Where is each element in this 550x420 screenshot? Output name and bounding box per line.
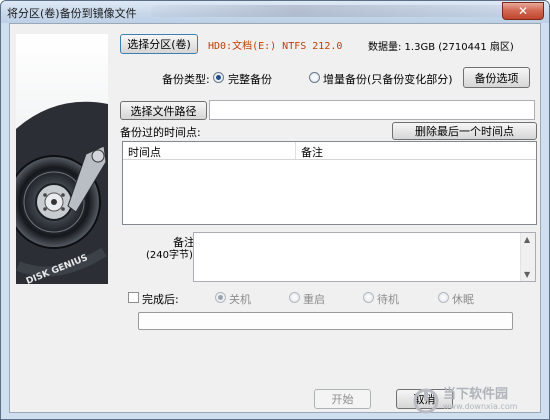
note-textarea[interactable]: ▲ ▼ — [193, 232, 536, 282]
scroll-down-icon[interactable]: ▼ — [524, 270, 530, 279]
delete-last-timepoint-button[interactable]: 删除最后一个时间点 — [392, 122, 537, 140]
watermark-url: www.downxia.com — [443, 402, 518, 411]
progress-bar — [138, 312, 513, 330]
column-header-note[interactable]: 备注 — [301, 144, 323, 160]
watermark: 当下软件园 www.downxia.com — [413, 387, 543, 415]
restart-radio[interactable] — [289, 292, 300, 303]
standby-label[interactable]: 待机 — [377, 291, 399, 307]
close-button[interactable]: ✕ — [502, 2, 544, 20]
after-complete-label[interactable]: 完成后: — [142, 291, 179, 307]
standby-radio[interactable] — [363, 292, 374, 303]
close-icon: ✕ — [517, 4, 529, 18]
title-bar[interactable]: 将分区(卷)备份到镜像文件 ✕ — [1, 1, 549, 23]
window-title: 将分区(卷)备份到镜像文件 — [7, 7, 137, 20]
timepoints-list[interactable]: 时间点 备注 — [122, 141, 537, 225]
disk-genius-image: DISK GENIUS — [16, 34, 108, 284]
restart-label[interactable]: 重启 — [303, 291, 325, 307]
dialog-client-area: DISK GENIUS 选择分区(卷) HD0:文档(E:) NTFS 212.… — [9, 23, 541, 413]
full-backup-label[interactable]: 完整备份 — [228, 71, 272, 87]
watermark-title: 当下软件园 — [443, 387, 509, 402]
shutdown-label[interactable]: 关机 — [229, 291, 251, 307]
hibernate-radio[interactable] — [438, 292, 449, 303]
backup-options-label: 备份选项 — [474, 71, 519, 85]
title-bar-blur — [151, 5, 511, 17]
timepoints-label: 备份过的时间点: — [120, 126, 201, 139]
column-header-timepoint[interactable]: 时间点 — [128, 144, 161, 160]
select-file-path-button[interactable]: 选择文件路径 — [120, 101, 207, 120]
full-backup-radio[interactable] — [213, 72, 224, 83]
after-complete-checkbox[interactable] — [128, 292, 139, 303]
column-separator[interactable] — [295, 142, 296, 159]
hibernate-label[interactable]: 休眠 — [452, 291, 474, 307]
backup-type-label: 备份类型: — [162, 73, 210, 86]
timepoints-list-header: 时间点 备注 — [123, 142, 536, 160]
note-byte-limit: (240字节) — [146, 250, 193, 261]
backup-dialog-window: 将分区(卷)备份到镜像文件 ✕ DISK GENIUS 选择分区(卷) HD0:… — [0, 0, 550, 420]
start-label: 开始 — [331, 393, 354, 406]
partition-data-amount: 数据量: 1.3GB (2710441 扇区) — [368, 42, 514, 53]
partition-name: HD0:文档(E:) NTFS 212.0 — [208, 41, 343, 52]
start-button[interactable]: 开始 — [314, 389, 371, 409]
incremental-backup-radio[interactable] — [309, 72, 320, 83]
incremental-backup-label[interactable]: 增量备份(只备份变化部分) — [323, 71, 453, 87]
delete-last-timepoint-label: 删除最后一个时间点 — [415, 125, 514, 138]
select-file-path-label: 选择文件路径 — [130, 104, 197, 118]
file-path-input[interactable] — [209, 100, 535, 120]
shutdown-radio[interactable] — [215, 292, 226, 303]
hard-disk-icon: DISK GENIUS — [16, 34, 108, 284]
scroll-up-icon[interactable]: ▲ — [524, 235, 530, 244]
select-partition-button[interactable]: 选择分区(卷) — [120, 34, 198, 54]
select-partition-label: 选择分区(卷) — [127, 38, 191, 51]
backup-options-button[interactable]: 备份选项 — [463, 67, 530, 88]
note-scrollbar[interactable]: ▲ ▼ — [520, 233, 535, 281]
power-logo-icon — [413, 388, 439, 414]
